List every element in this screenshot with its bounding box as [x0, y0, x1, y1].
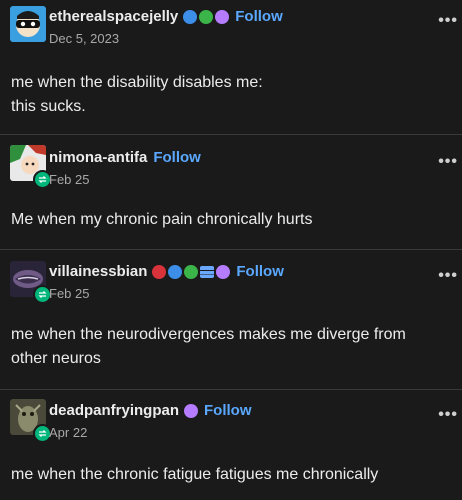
check-badge-icon — [199, 9, 214, 24]
post-body-line: me when the neurodivergences makes me di… — [11, 326, 406, 343]
post-body-line: Me when my chronic pain chronically hurt… — [11, 211, 313, 228]
post-body: me when the disability disables me: this… — [11, 71, 451, 119]
post-date: Feb 25 — [49, 286, 90, 301]
post-body-line: this sucks. — [11, 98, 86, 115]
post: villainessbian Follow Feb 25 ••• me when… — [0, 251, 462, 390]
crown-badge-icon — [184, 403, 199, 418]
post-body: Me when my chronic pain chronically hurt… — [11, 208, 451, 232]
check-badge-icon — [184, 264, 199, 279]
verified-badge-icon — [183, 9, 198, 24]
post-body-line: me when the disability disables me: — [11, 74, 263, 91]
post: etherealspacejelly Follow Dec 5, 2023 ••… — [0, 0, 462, 135]
crown-badge-icon — [215, 9, 230, 24]
follow-button[interactable]: Follow — [235, 8, 283, 25]
post-body: me when the chronic fatigue fatigues me … — [11, 463, 451, 487]
post-header: nimona-antifa Follow — [49, 149, 201, 166]
stack-badge-icon — [200, 265, 215, 278]
post-thread: etherealspacejelly Follow Dec 5, 2023 ••… — [0, 0, 462, 500]
follow-button[interactable]: Follow — [204, 402, 252, 419]
more-options-icon[interactable]: ••• — [438, 153, 458, 171]
more-options-icon[interactable]: ••• — [438, 406, 458, 424]
more-options-icon[interactable]: ••• — [438, 12, 458, 30]
post-header: etherealspacejelly Follow — [49, 8, 283, 25]
username[interactable]: villainessbian — [49, 263, 147, 280]
post-date: Feb 25 — [49, 172, 90, 187]
post-header: deadpanfryingpan Follow — [49, 402, 252, 419]
post-date: Apr 22 — [49, 425, 88, 440]
post-date: Dec 5, 2023 — [49, 31, 120, 46]
post-body: me when the neurodivergences makes me di… — [11, 323, 451, 371]
username[interactable]: deadpanfryingpan — [49, 402, 179, 419]
post-body-line: me when the chronic fatigue fatigues me … — [11, 466, 379, 483]
masked-face-avatar[interactable] — [10, 6, 46, 42]
crown-badge-icon — [216, 264, 231, 279]
post: nimona-antifa Follow Feb 25 ••• Me when … — [0, 136, 462, 250]
post: deadpanfryingpan Follow Apr 22 ••• me wh… — [0, 391, 462, 500]
follow-button[interactable]: Follow — [236, 263, 284, 280]
follow-button[interactable]: Follow — [153, 149, 201, 166]
username[interactable]: nimona-antifa — [49, 149, 147, 166]
username[interactable]: etherealspacejelly — [49, 8, 178, 25]
post-body-line: other neuros — [11, 350, 101, 367]
verified-badge-icon — [168, 264, 183, 279]
more-options-icon[interactable]: ••• — [438, 267, 458, 285]
post-header: villainessbian Follow — [49, 263, 284, 280]
hex-badge-icon — [152, 264, 167, 279]
